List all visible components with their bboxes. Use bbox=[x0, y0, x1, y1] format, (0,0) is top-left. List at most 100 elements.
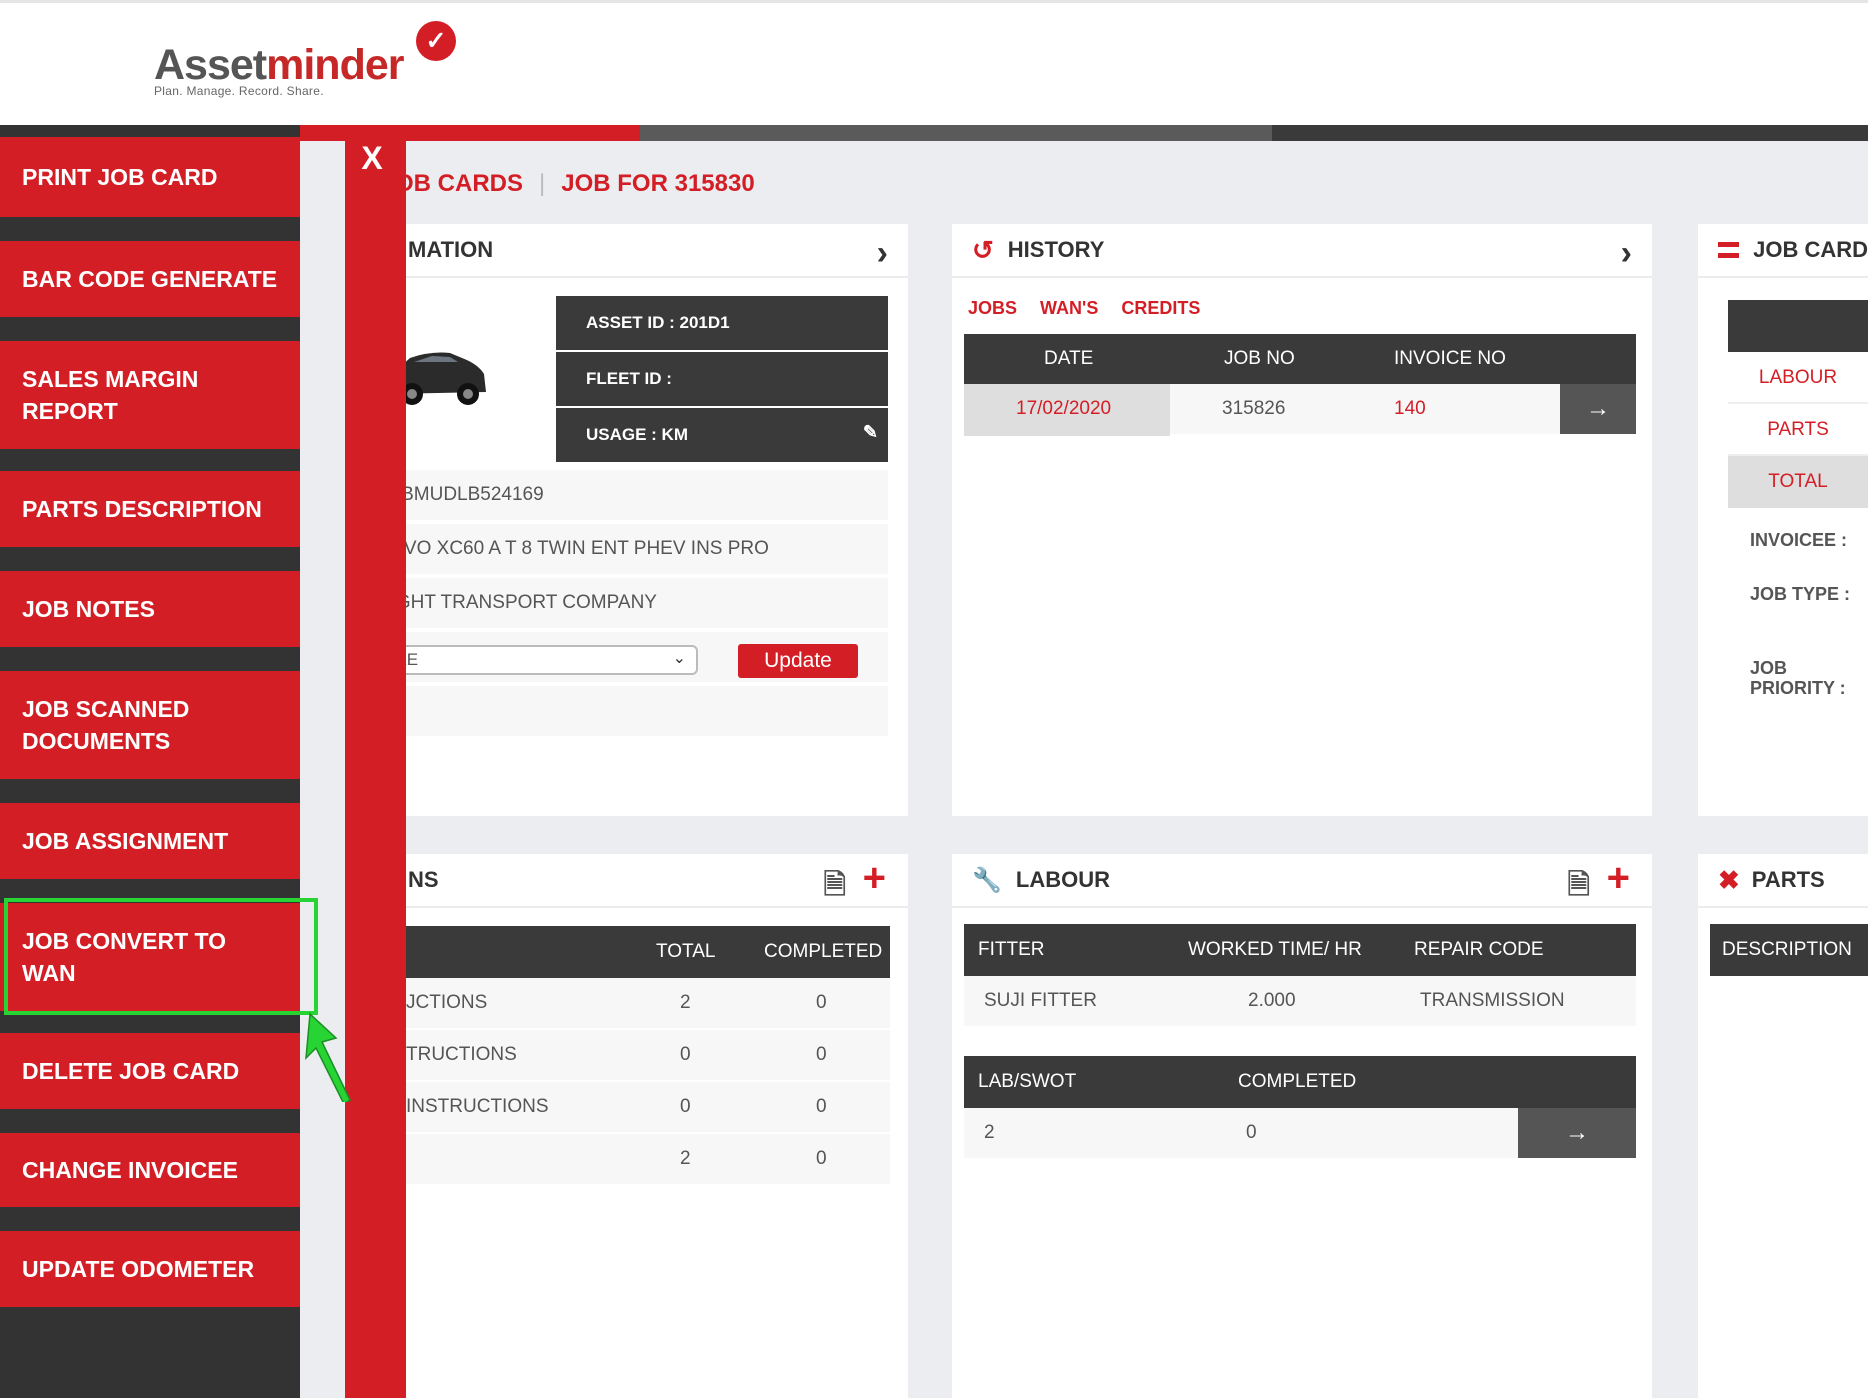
table-row[interactable]: 17/02/2020 315826 140 → bbox=[964, 384, 1636, 436]
instructions-panel-title: NS bbox=[408, 867, 439, 892]
company-value: LIGHT TRANSPORT COMPANY bbox=[380, 592, 657, 613]
breadcrumb-job-cards[interactable]: OB CARDS bbox=[395, 170, 523, 197]
tab-credits[interactable]: CREDITS bbox=[1121, 298, 1200, 318]
chevron-right-icon[interactable]: › bbox=[1621, 234, 1632, 273]
status-row: BLE ⌄ Update bbox=[380, 632, 888, 684]
chevron-down-icon: ⌄ bbox=[672, 650, 686, 667]
job-type-label: JOB TYPE : bbox=[1750, 584, 1851, 604]
chevron-right-icon[interactable]: › bbox=[877, 234, 888, 273]
tab-wans[interactable]: WAN'S bbox=[1040, 298, 1098, 318]
history-date: 17/02/2020 bbox=[1016, 398, 1112, 419]
job-card-labour-row: LABOUR bbox=[1728, 352, 1868, 404]
document-search-icon[interactable]: 🗎 bbox=[1567, 864, 1590, 912]
labour-summary-header: LAB/SWOT COMPLETED bbox=[964, 1056, 1636, 1108]
information-panel-header: MATION › bbox=[380, 224, 908, 278]
instruction-completed: 0 bbox=[816, 1044, 827, 1065]
labour-fitter: SUJI FITTER bbox=[984, 990, 1097, 1011]
instruction-name: JCTIONS bbox=[406, 992, 488, 1013]
status-select[interactable]: BLE ⌄ bbox=[380, 645, 698, 675]
invoicee-label: INVOICEE : bbox=[1750, 530, 1848, 550]
history-table-header: DATE JOB NO INVOICE NO bbox=[964, 334, 1636, 384]
job-priority-label-line1: JOB bbox=[1750, 658, 1788, 678]
table-row[interactable]: TRUCTIONS 0 0 bbox=[380, 1030, 890, 1082]
job-card-panel-title: JOB CARD bbox=[1753, 237, 1868, 262]
asset-id-cell: ASSET ID : 201D1 bbox=[556, 296, 888, 350]
app-header: Assetminder ✓ Plan. Manage. Record. Shar… bbox=[0, 0, 1868, 125]
tab-jobs[interactable]: JOBS bbox=[968, 298, 1017, 318]
menu-item-job-notes[interactable]: JOB NOTES bbox=[0, 571, 300, 647]
instruction-completed: 0 bbox=[816, 1148, 827, 1169]
menu-item-update-odometer[interactable]: UPDATE ODOMETER bbox=[0, 1231, 300, 1307]
add-icon[interactable]: + bbox=[863, 856, 886, 901]
column-header-description: DESCRIPTION bbox=[1722, 939, 1852, 960]
arrow-right-icon[interactable]: → bbox=[1518, 1108, 1636, 1158]
column-header-worked-time: WORKED TIME/ HR bbox=[1188, 939, 1362, 960]
job-card-total-row: TOTAL bbox=[1728, 456, 1868, 508]
fleet-id-label: FLEET ID : bbox=[586, 369, 672, 388]
menu-item-parts-description[interactable]: PARTS DESCRIPTION bbox=[0, 471, 300, 547]
column-header-date: DATE bbox=[1044, 348, 1094, 369]
menu-item-sales-margin-report[interactable]: SALES MARGIN REPORT bbox=[0, 341, 300, 449]
table-row[interactable]: JCTIONS 2 0 bbox=[380, 978, 890, 1030]
document-search-icon[interactable]: 🗎 bbox=[823, 864, 846, 912]
table-row[interactable]: 2 0 → bbox=[964, 1108, 1636, 1160]
menu-item-change-invoicee[interactable]: CHANGE INVOICEE bbox=[0, 1133, 300, 1207]
table-row: 2 0 bbox=[380, 1134, 890, 1186]
information-panel: MATION › ASSET ID : 201D1 FLEET ID : USA… bbox=[380, 224, 908, 816]
column-header-total: TOTAL bbox=[656, 941, 716, 962]
history-invoice-no[interactable]: 140 bbox=[1394, 398, 1426, 420]
instruction-total: 0 bbox=[680, 1096, 691, 1117]
job-priority-label-line2: PRIORITY : bbox=[1750, 678, 1846, 698]
edit-icon[interactable]: ✎ bbox=[863, 422, 878, 443]
menu-icon bbox=[1718, 242, 1740, 258]
column-header-fitter: FITTER bbox=[978, 939, 1045, 960]
parts-table-header: DESCRIPTION bbox=[1710, 924, 1868, 976]
history-panel-title: HISTORY bbox=[1007, 237, 1105, 262]
logo-tagline: Plan. Manage. Record. Share. bbox=[154, 84, 324, 98]
usage-label: USAGE : KM bbox=[586, 425, 688, 444]
vin-row: JZBMUDLB524169 bbox=[380, 470, 888, 522]
table-row[interactable]: SUJI FITTER 2.000 TRANSMISSION bbox=[964, 976, 1636, 1028]
wrench-icon: 🔧 bbox=[972, 866, 1002, 894]
instruction-name: TRUCTIONS bbox=[406, 1044, 517, 1065]
menu-item-job-assignment[interactable]: JOB ASSIGNMENT bbox=[0, 803, 300, 879]
parts-panel-title: PARTS bbox=[1751, 867, 1825, 892]
logo-asset-text: Asset bbox=[154, 41, 267, 89]
close-menu-button[interactable]: X bbox=[352, 140, 392, 177]
update-button[interactable]: Update bbox=[738, 644, 858, 678]
assetminder-logo[interactable]: Assetminder bbox=[154, 41, 405, 90]
menu-item-delete-job-card[interactable]: DELETE JOB CARD bbox=[0, 1033, 300, 1109]
instruction-completed: 0 bbox=[816, 1096, 827, 1117]
labour-panel-title: LABOUR bbox=[1015, 867, 1110, 892]
model-row: OLVO XC60 A T 8 TWIN ENT PHEV INS PRO bbox=[380, 524, 888, 576]
instructions-panel: NS 🗎 + TOTAL COMPLETED JCTIONS 2 0 TRUCT… bbox=[380, 854, 908, 1398]
instruction-completed: 0 bbox=[816, 992, 827, 1013]
history-panel-header: ↺ HISTORY › bbox=[952, 224, 1652, 278]
labour-lab-swot: 2 bbox=[984, 1122, 995, 1143]
column-header-repair-code: REPAIR CODE bbox=[1414, 939, 1544, 960]
instruction-total: 2 bbox=[680, 1148, 691, 1169]
job-card-summary-header bbox=[1728, 300, 1868, 352]
arrow-right-icon[interactable]: → bbox=[1560, 384, 1636, 434]
usage-cell: USAGE : KM ✎ bbox=[556, 408, 888, 462]
instruction-total: 0 bbox=[680, 1044, 691, 1065]
menu-item-job-scanned-documents[interactable]: JOB SCANNED DOCUMENTS bbox=[0, 671, 300, 779]
asset-id-label: ASSET ID : 201D1 bbox=[586, 313, 730, 332]
add-icon[interactable]: + bbox=[1607, 856, 1630, 901]
history-tabs: JOBS WAN'S CREDITS bbox=[968, 298, 1218, 319]
side-menu-red-strip bbox=[345, 125, 406, 1398]
menu-item-bar-code-generate[interactable]: BAR CODE GENERATE bbox=[0, 241, 300, 317]
pointer-arrow-icon bbox=[305, 1012, 351, 1102]
last-info-row: N bbox=[380, 686, 888, 738]
menu-item-print-job-card[interactable]: PRINT JOB CARD bbox=[0, 137, 300, 217]
fleet-id-cell: FLEET ID : bbox=[556, 352, 888, 406]
highlight-box bbox=[4, 898, 318, 1015]
history-icon: ↺ bbox=[972, 234, 994, 265]
labour-repair-code: TRANSMISSION bbox=[1420, 990, 1565, 1011]
labour-panel-header: 🔧 LABOUR 🗎 + bbox=[952, 854, 1652, 908]
column-header-completed: COMPLETED bbox=[764, 941, 883, 962]
table-row[interactable]: INSTRUCTIONS 0 0 bbox=[380, 1082, 890, 1134]
column-header-completed: COMPLETED bbox=[1238, 1071, 1357, 1092]
breadcrumb-separator: | bbox=[539, 170, 546, 197]
labour-panel: 🔧 LABOUR 🗎 + FITTER WORKED TIME/ HR REPA… bbox=[952, 854, 1652, 1398]
